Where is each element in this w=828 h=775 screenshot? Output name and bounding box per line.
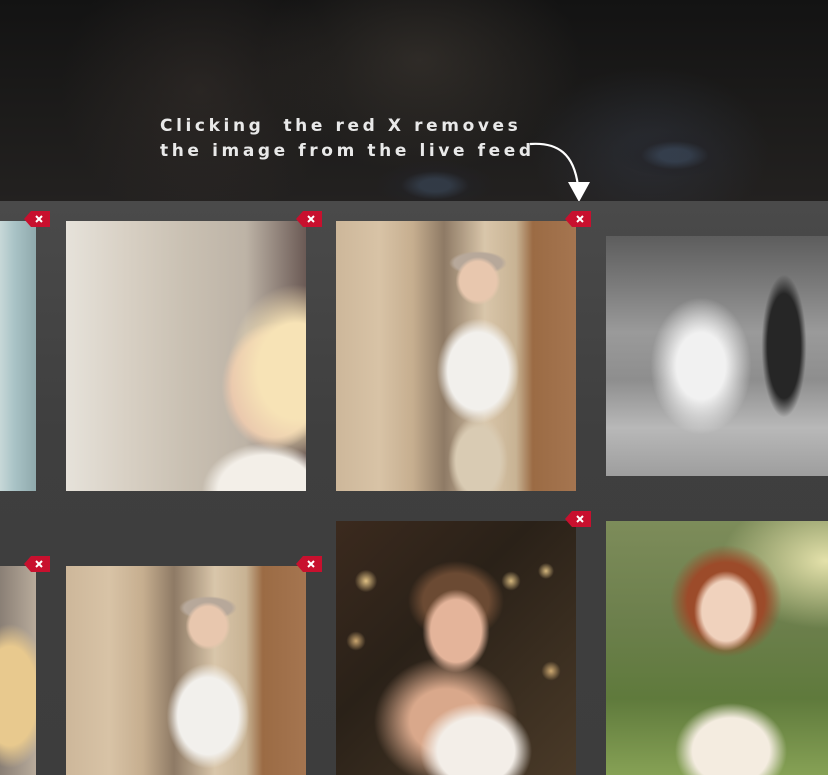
photo-redhead-girl [606, 521, 828, 775]
photo-ring-bearer [336, 221, 576, 491]
photo-tile[interactable] [66, 566, 306, 775]
photo-tile[interactable] [606, 521, 828, 775]
photo-flower-girl-partial [0, 566, 36, 775]
photo-tile[interactable] [336, 221, 576, 491]
caption-line-2: the image from the live feed [160, 141, 535, 161]
photo-tile[interactable] [606, 236, 828, 476]
remove-image-button[interactable] [565, 511, 591, 527]
photo-tile[interactable] [66, 221, 306, 491]
photo-flower-girl [66, 221, 306, 491]
remove-image-button[interactable] [24, 211, 50, 227]
close-tag-icon [24, 556, 50, 572]
photo-tile[interactable] [0, 221, 36, 491]
banner-background-eye [615, 130, 735, 176]
close-tag-icon [296, 556, 322, 572]
photo-tile[interactable] [336, 521, 576, 775]
header-banner: Clicking the red X removes the image fro… [0, 0, 828, 201]
close-tag-icon [565, 211, 591, 227]
caption-line-1: Clicking the red X removes [160, 116, 522, 136]
remove-image-button[interactable] [565, 211, 591, 227]
banner-background-shape [50, 0, 350, 201]
banner-background-eye [375, 160, 495, 201]
remove-image-button[interactable] [296, 211, 322, 227]
photo-ring-bearer-2 [66, 566, 306, 775]
close-tag-icon [565, 511, 591, 527]
remove-image-button[interactable] [296, 556, 322, 572]
remove-image-button[interactable] [24, 556, 50, 572]
curved-arrow-down-icon [529, 142, 590, 201]
photo-couple-black-and-white [606, 236, 828, 476]
close-tag-icon [24, 211, 50, 227]
photo-bride-partial [0, 221, 36, 491]
photo-tile[interactable] [0, 566, 36, 775]
photo-bride-portrait [336, 521, 576, 775]
close-tag-icon [296, 211, 322, 227]
instruction-caption: Clicking the red X removes the image fro… [160, 114, 535, 164]
